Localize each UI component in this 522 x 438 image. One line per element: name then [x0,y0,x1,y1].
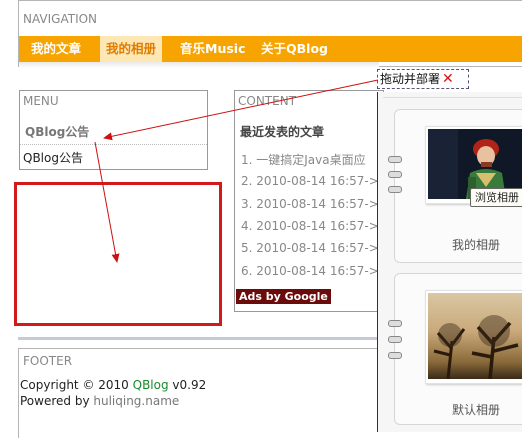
drop-arrow-line [94,141,120,263]
drag-arrow-line [103,79,379,141]
annotation-arrows [94,79,379,263]
